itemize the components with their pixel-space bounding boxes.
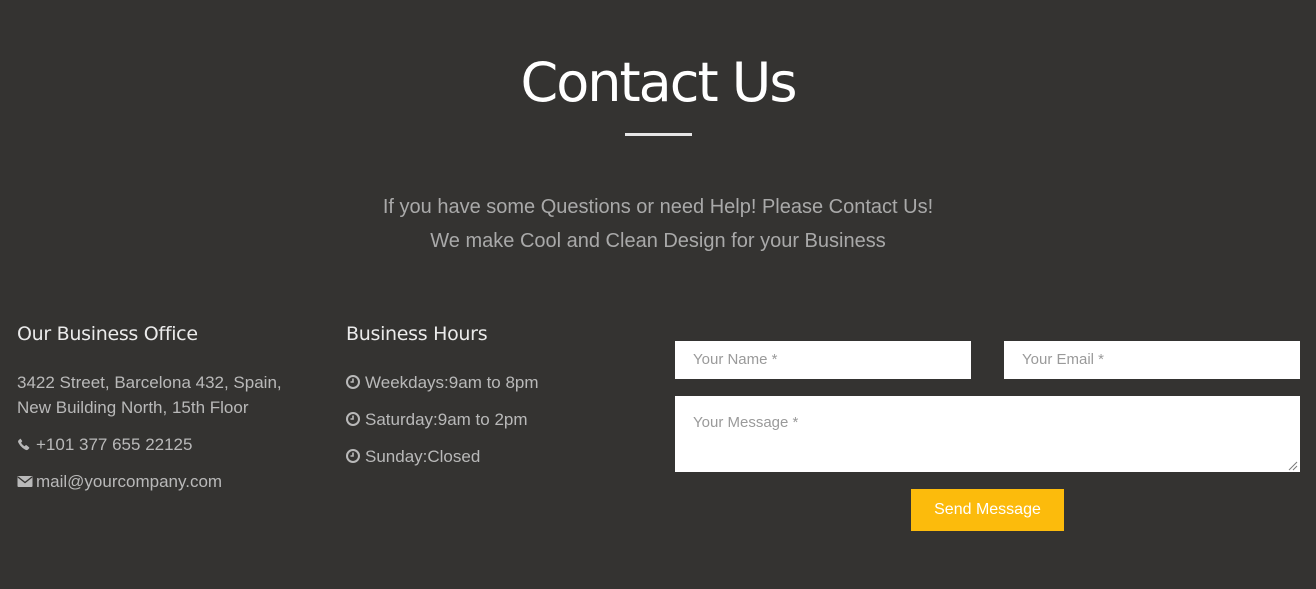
hours-saturday: Saturday:9am to 2pm [346, 407, 646, 432]
business-office-section: Our Business Office 3422 Street, Barcelo… [17, 318, 317, 494]
phone-number: +101 377 655 22125 [36, 435, 193, 454]
phone-icon [17, 437, 33, 451]
intro-line-1: If you have some Questions or need Help!… [382, 196, 934, 218]
page-title: Contact Us [520, 51, 798, 114]
message-placeholder: Your Message * [693, 414, 799, 431]
office-email: mail@yourcompany.com [17, 469, 317, 494]
intro-line-2: We make Cool and Clean Design for your B… [430, 230, 886, 252]
office-address: 3422 Street, Barcelona 432, Spain, New B… [17, 370, 317, 420]
business-hours-section: Business Hours Weekdays:9am to 8pm Satur… [346, 318, 646, 469]
name-input[interactable]: Your Name * [675, 341, 971, 379]
hours-weekdays: Weekdays:9am to 8pm [346, 370, 646, 395]
envelope-icon [17, 474, 33, 488]
intro-text: If you have some Questions or need Help!… [0, 190, 1316, 258]
clock-icon [346, 375, 362, 389]
hours-heading: Business Hours [346, 323, 488, 345]
resize-grip-icon[interactable] [1286, 458, 1298, 471]
hours-weekdays-text: Weekdays:9am to 8pm [365, 373, 539, 392]
clock-icon [346, 449, 362, 463]
clock-icon [346, 412, 362, 426]
send-message-button[interactable]: Send Message [911, 489, 1064, 531]
hours-sunday: Sunday:Closed [346, 444, 646, 469]
hours-saturday-text: Saturday:9am to 2pm [365, 410, 528, 429]
office-phone: +101 377 655 22125 [17, 432, 317, 457]
email-input[interactable]: Your Email * [1004, 341, 1300, 379]
message-textarea[interactable]: Your Message * [675, 396, 1300, 472]
email-address[interactable]: mail@yourcompany.com [36, 472, 222, 491]
hours-sunday-text: Sunday:Closed [365, 447, 481, 466]
office-heading: Our Business Office [17, 323, 198, 345]
address-line-2: New Building North, 15th Floor [17, 398, 249, 417]
title-underline [625, 133, 692, 136]
address-line-1: 3422 Street, Barcelona 432, Spain, [17, 373, 282, 392]
